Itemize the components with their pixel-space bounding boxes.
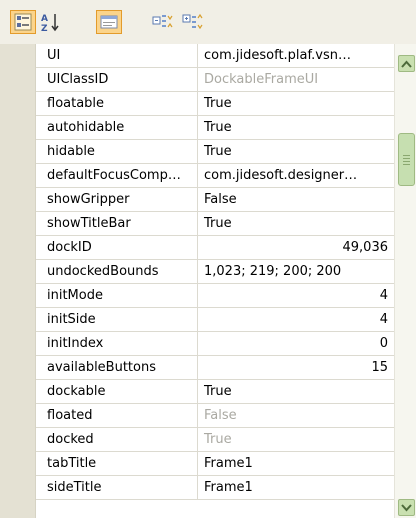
property-value[interactable]: Frame1 <box>198 476 394 499</box>
property-row[interactable]: showGripper False <box>36 188 394 212</box>
property-name: UI <box>36 44 198 67</box>
property-name: hidable <box>36 140 198 163</box>
property-row[interactable]: tabTitle Frame1 <box>36 452 394 476</box>
property-name: initIndex <box>36 332 198 355</box>
property-row[interactable]: initIndex 0 <box>36 332 394 356</box>
property-value[interactable]: False <box>198 404 394 427</box>
grip-line <box>403 164 410 165</box>
property-row[interactable]: showTitleBar True <box>36 212 394 236</box>
svg-text:Z: Z <box>41 24 48 32</box>
property-row[interactable]: availableButtons 15 <box>36 356 394 380</box>
property-grid: UI com.jidesoft.plaf.vsn… UIClassID Dockabl… <box>0 44 416 518</box>
property-value[interactable]: 15 <box>198 356 394 379</box>
property-name: defaultFocusComp… <box>36 164 198 187</box>
property-value[interactable]: False <box>198 188 394 211</box>
property-name: UIClassID <box>36 68 198 91</box>
property-row[interactable]: docked True <box>36 428 394 452</box>
property-name: floated <box>36 404 198 427</box>
property-row[interactable]: initSide 4 <box>36 308 394 332</box>
property-row[interactable]: UI com.jidesoft.plaf.vsn… <box>36 44 394 68</box>
chevron-up-icon <box>401 60 412 68</box>
property-value[interactable]: com.jidesoft.plaf.vsn… <box>198 44 394 67</box>
property-row[interactable]: sideTitle Frame1 <box>36 476 394 500</box>
property-row[interactable]: floatable True <box>36 92 394 116</box>
property-value[interactable]: 4 <box>198 284 394 307</box>
property-name: floatable <box>36 92 198 115</box>
property-value[interactable]: True <box>198 116 394 139</box>
grip-line <box>403 155 410 156</box>
collapse-all-button[interactable] <box>180 10 206 34</box>
expand-all-button[interactable] <box>150 10 176 34</box>
property-name: autohidable <box>36 116 198 139</box>
property-row[interactable]: dockable True <box>36 380 394 404</box>
property-value[interactable]: 4 <box>198 308 394 331</box>
property-value[interactable]: Frame1 <box>198 452 394 475</box>
property-value[interactable]: True <box>198 140 394 163</box>
property-row[interactable]: dockID 49,036 <box>36 236 394 260</box>
property-name: initMode <box>36 284 198 307</box>
property-row[interactable]: UIClassID DockableFrameUI <box>36 68 394 92</box>
property-name: tabTitle <box>36 452 198 475</box>
property-row[interactable]: defaultFocusComp… com.jidesoft.designer… <box>36 164 394 188</box>
property-row[interactable]: floated False <box>36 404 394 428</box>
property-name: docked <box>36 428 198 451</box>
property-value[interactable]: True <box>198 212 394 235</box>
property-value[interactable]: True <box>198 380 394 403</box>
property-value[interactable]: True <box>198 92 394 115</box>
vertical-scrollbar[interactable] <box>394 44 416 518</box>
sort-alphabetical-button[interactable]: A Z <box>38 10 64 34</box>
property-name: dockID <box>36 236 198 259</box>
property-row[interactable]: undockedBounds 1,023; 219; 200; 200 <box>36 260 394 284</box>
sort-alphabetical-icon: A Z <box>41 14 59 32</box>
property-name: showGripper <box>36 188 198 211</box>
property-name: showTitleBar <box>36 212 198 235</box>
property-name: initSide <box>36 308 198 331</box>
scroll-down-button[interactable] <box>398 499 415 516</box>
property-value[interactable]: 0 <box>198 332 394 355</box>
description-toggle-icon <box>100 15 118 29</box>
grip-line <box>403 161 410 162</box>
scroll-up-button[interactable] <box>398 55 415 72</box>
property-name: sideTitle <box>36 476 198 499</box>
grip-line <box>403 158 410 159</box>
property-row[interactable]: hidable True <box>36 140 394 164</box>
property-row[interactable]: initMode 4 <box>36 284 394 308</box>
categorized-icon <box>14 13 32 31</box>
row-header-gutter <box>0 44 36 518</box>
chevron-down-icon <box>401 503 412 511</box>
categorized-button[interactable] <box>10 10 36 34</box>
property-grid-toolbar: A Z <box>0 0 416 44</box>
property-value[interactable]: 49,036 <box>198 236 394 259</box>
scroll-thumb[interactable] <box>398 133 415 186</box>
expand-all-icon <box>152 15 173 28</box>
property-name: availableButtons <box>36 356 198 379</box>
property-value[interactable]: True <box>198 428 394 451</box>
collapse-all-icon <box>182 13 203 30</box>
property-row[interactable]: autohidable True <box>36 116 394 140</box>
property-value[interactable]: 1,023; 219; 200; 200 <box>198 260 394 283</box>
property-value[interactable]: com.jidesoft.designer… <box>198 164 394 187</box>
property-value[interactable]: DockableFrameUI <box>198 68 394 91</box>
property-name: undockedBounds <box>36 260 198 283</box>
svg-text:A: A <box>41 14 48 24</box>
property-name: dockable <box>36 380 198 403</box>
description-toggle-button[interactable] <box>96 10 122 34</box>
